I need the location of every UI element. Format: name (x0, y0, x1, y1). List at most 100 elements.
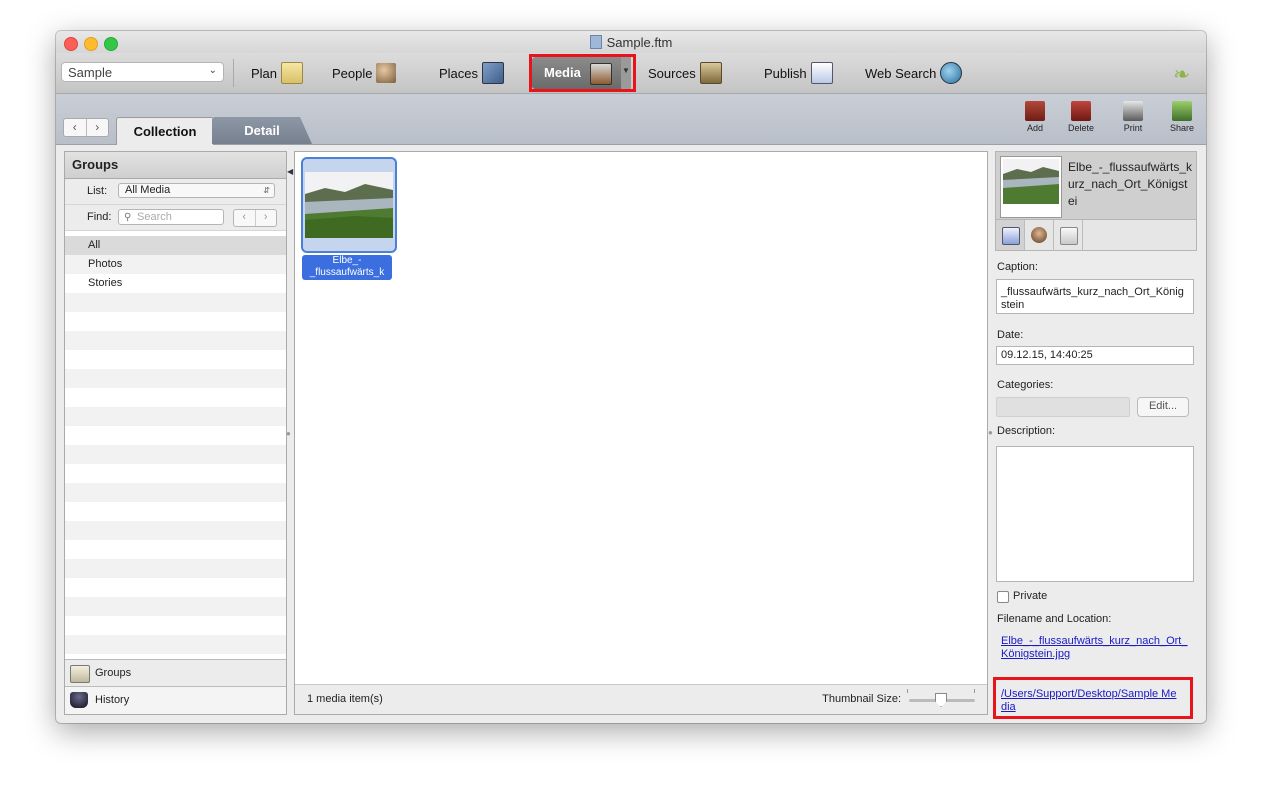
collapse-left-arrow-icon[interactable]: ◀ (287, 167, 293, 176)
tab-sources[interactable] (1054, 220, 1083, 250)
sources-label: Sources (648, 65, 696, 81)
group-item-all[interactable]: All (65, 236, 286, 255)
print-label: Print (1123, 123, 1143, 133)
copy-pages-icon (1060, 227, 1078, 245)
list-row: List: All Media ⇵ (65, 179, 286, 205)
view-tabs-bar: ‹ › Collection Detail Add Delete Print S… (56, 94, 1206, 145)
groups-footer-button[interactable]: Groups (65, 659, 286, 687)
detail-tabs (995, 219, 1197, 251)
groups-panel: Groups List: All Media ⇵ Find: ⚲ Search … (64, 151, 287, 715)
date-field[interactable]: 09.12.15, 14:40:25 (996, 346, 1194, 365)
find-label: Find: (87, 211, 112, 223)
places-label: Places (439, 65, 479, 81)
tab-people[interactable] (1025, 220, 1054, 250)
group-item-stories[interactable]: Stories (65, 274, 286, 293)
date-label: Date: (997, 329, 1024, 341)
tree-selector[interactable]: Sample ⌄ (61, 62, 224, 82)
forward-arrow-icon[interactable]: › (87, 119, 109, 136)
share-label: Share (1169, 123, 1195, 133)
add-button[interactable]: Add (1015, 101, 1055, 133)
edit-note-icon (1002, 227, 1020, 245)
groups-header: Groups (65, 152, 286, 179)
list-select[interactable]: All Media ⇵ (118, 183, 275, 198)
detail-splitter-grip-icon[interactable]: ● (988, 428, 993, 437)
main-toolbar: Sample ⌄ Plan People Places Media ▼ Sour… (56, 53, 1206, 94)
share-icon (1172, 101, 1192, 121)
edit-categories-button[interactable]: Edit... (1137, 397, 1189, 417)
media-item-caption[interactable]: Elbe_- _flussaufwärts_k (302, 255, 392, 280)
find-previous-icon[interactable]: ‹ (234, 210, 256, 226)
private-checkbox[interactable] (997, 591, 1009, 603)
private-label: Private (1013, 590, 1048, 602)
find-nav-buttons: ‹ › (233, 209, 277, 227)
web-search-globe-icon (940, 62, 963, 84)
web-search-button[interactable]: Web Search (865, 61, 963, 85)
categories-label: Categories: (997, 379, 1054, 391)
media-browser-footer: 1 media item(s) Thumbnail Size: (295, 684, 987, 714)
caption-field[interactable]: _flussaufwärts_kurz_nach_Ort_Königstein (996, 279, 1194, 314)
media-detail-panel: Elbe_-_flussaufwärts_kurz_nach_Ort_König… (995, 151, 1197, 721)
app-window: Sample.ftm Sample ⌄ Plan People Places M… (56, 31, 1206, 723)
tab-collection-label: Collection (133, 124, 197, 139)
media-browser: Elbe_- _flussaufwärts_k 1 media item(s) … (294, 151, 988, 715)
search-input[interactable]: ⚲ Search (118, 209, 224, 225)
window-title-text: Sample.ftm (606, 35, 673, 50)
list-select-value: All Media (125, 184, 171, 196)
list-label: List: (87, 185, 108, 197)
find-next-icon[interactable]: › (256, 210, 277, 226)
add-label: Add (1026, 123, 1043, 133)
description-field[interactable] (996, 446, 1194, 582)
location-highlight-box (993, 677, 1193, 719)
person-portrait-icon (1031, 227, 1047, 243)
back-arrow-icon[interactable]: ‹ (64, 119, 87, 136)
tab-detail[interactable]: Detail (212, 117, 312, 144)
add-media-icon (1025, 101, 1045, 121)
delete-button[interactable]: Delete (1061, 101, 1101, 133)
history-footer-button[interactable]: History (65, 686, 286, 714)
print-button[interactable]: Print (1113, 101, 1153, 133)
filename-location-label: Filename and Location: (997, 613, 1112, 625)
find-row: Find: ⚲ Search ‹ › (65, 205, 286, 231)
media-item-caption-line2: _flussaufwärts_k (309, 267, 385, 278)
places-map-icon (482, 62, 505, 84)
web-search-label: Web Search (865, 65, 937, 81)
description-label: Description: (997, 425, 1056, 437)
thumbnail-size-knob[interactable] (935, 693, 947, 707)
river-landscape-image (305, 172, 393, 238)
tree-selector-value: Sample (68, 65, 113, 80)
media-item-thumbnail[interactable] (301, 157, 397, 253)
sources-scroll-icon (699, 62, 722, 84)
publish-button[interactable]: Publish (764, 61, 833, 85)
groups-card-icon (70, 665, 90, 683)
thumbnail-size-label: Thumbnail Size: (822, 693, 901, 705)
media-highlight-box (529, 54, 636, 92)
people-label: People (332, 65, 373, 81)
plan-button[interactable]: Plan (251, 61, 304, 85)
places-button[interactable]: Places (439, 61, 505, 85)
sources-button[interactable]: Sources (648, 61, 722, 85)
group-item-photos[interactable]: Photos (65, 255, 286, 274)
detail-header: Elbe_-_flussaufwärts_kurz_nach_Ort_König… (995, 151, 1197, 220)
share-button[interactable]: Share (1162, 101, 1202, 133)
panel-splitter[interactable]: ◀ ● (286, 151, 294, 713)
caption-value: _flussaufwärts_kurz_nach_Ort_Königstein (1001, 286, 1184, 311)
tab-collection[interactable]: Collection (116, 117, 214, 145)
family-tree-leaf-logo-icon: ❧ (1173, 64, 1190, 86)
toolbar-divider (233, 59, 234, 87)
plan-notepad-icon (281, 62, 304, 84)
splitter-grip-icon: ● (286, 429, 291, 438)
detail-river-image (1003, 159, 1059, 204)
groups-list: All Photos Stories (65, 236, 286, 659)
plan-label: Plan (251, 65, 278, 81)
detail-title: Elbe_-_flussaufwärts_kurz_nach_Ort_König… (1068, 160, 1193, 208)
tab-general[interactable] (996, 220, 1025, 250)
thumbnail-size-ticks (907, 689, 975, 693)
search-icon: ⚲ (124, 212, 132, 223)
publish-label: Publish (764, 65, 807, 81)
tab-detail-label: Detail (244, 123, 280, 138)
people-button[interactable]: People (332, 61, 397, 85)
filename-link[interactable]: Elbe_-_flussaufwärts_kurz_nach_Ort_König… (1001, 635, 1193, 661)
categories-field[interactable] (996, 397, 1130, 417)
window-title: Sample.ftm (56, 35, 1206, 50)
chevron-down-icon: ⌄ (208, 65, 217, 76)
